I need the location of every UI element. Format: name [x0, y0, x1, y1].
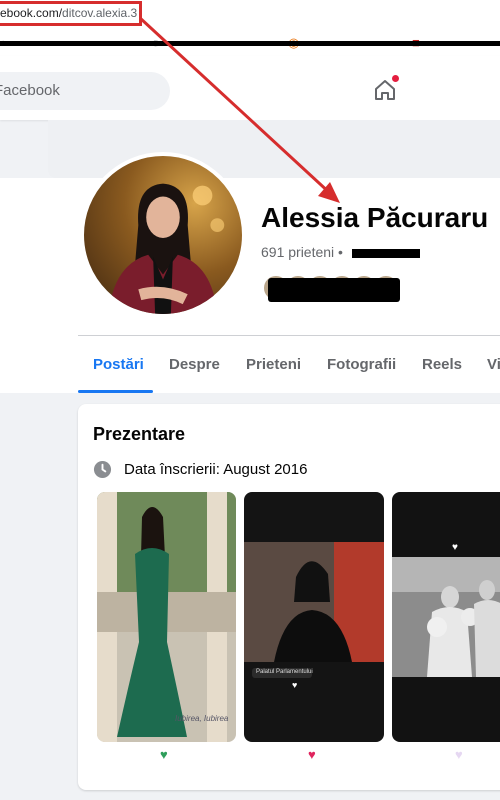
redaction-bar — [0, 41, 500, 46]
profile-avatar[interactable] — [80, 152, 246, 318]
tab-posts[interactable]: Postări — [93, 356, 144, 373]
tab-about[interactable]: Despre — [169, 356, 220, 373]
photo-caption: Iubirea, Iubirea — [175, 714, 229, 723]
search-placeholder: Facebook — [0, 82, 60, 99]
heart-icon: ♥ — [452, 542, 458, 553]
tab-reels[interactable]: Reels — [422, 356, 462, 373]
profile-name: Alessia Păcuraru — [261, 202, 489, 233]
featured-photo-3[interactable]: ♥ — [392, 492, 500, 742]
annotation-highlight-box — [0, 1, 142, 26]
active-tab-indicator — [78, 390, 153, 393]
redaction-bar — [268, 278, 400, 302]
intro-title: Prezentare — [93, 424, 186, 444]
clock-icon — [93, 460, 112, 479]
notification-dot — [392, 75, 399, 82]
tab-videos[interactable]: Vi — [487, 356, 500, 373]
featured-photo-1[interactable]: Iubirea, Iubirea — [97, 492, 236, 742]
green-heart-icon: ♥ — [160, 747, 168, 762]
tab-photos[interactable]: Fotografii — [327, 356, 396, 373]
red-heart-icon: ♥ — [308, 747, 316, 762]
heart-icon: ♥ — [292, 680, 298, 690]
featured-photo-2[interactable]: Palatul Parlamentului ♥ — [244, 492, 384, 742]
redaction-bar — [352, 249, 420, 258]
tab-friends[interactable]: Prieteni — [246, 356, 301, 373]
profile-tabs: Postări Despre Prieteni Fotografii Reels… — [78, 345, 500, 393]
photo-caption: Palatul Parlamentului — [256, 669, 313, 675]
friends-count[interactable]: 691 prieteni • — [261, 244, 343, 260]
join-date: Data înscrierii: August 2016 — [124, 461, 308, 478]
white-heart-icon: ♥ — [455, 747, 463, 762]
divider — [78, 335, 500, 336]
